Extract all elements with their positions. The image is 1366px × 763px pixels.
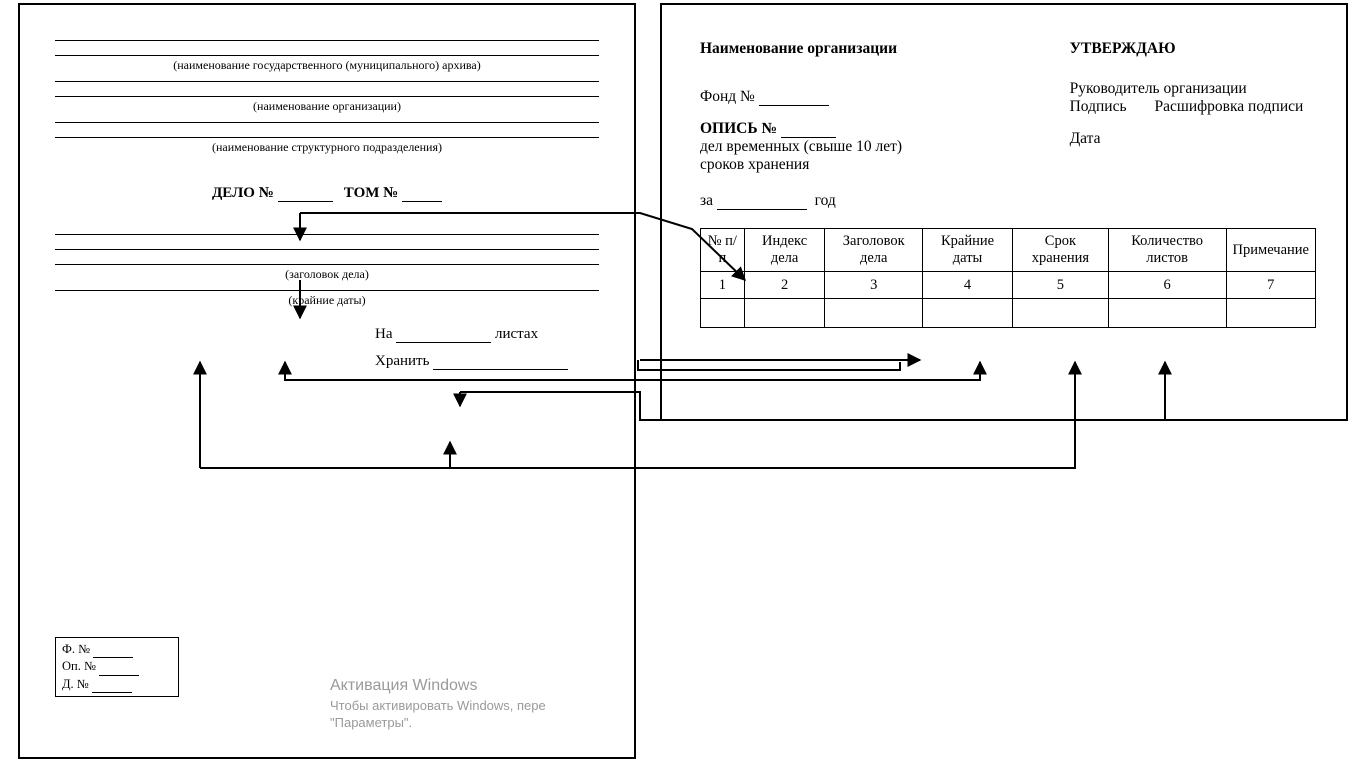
watermark-sub1: Чтобы активировать Windows, пере (330, 697, 546, 715)
subdiv-name-group: (наименование структурного подразделения… (55, 122, 599, 155)
opis-row: ОПИСЬ № (700, 120, 1057, 138)
case-cover-form: (наименование государственного (муниципа… (18, 3, 636, 759)
store-row: Хранить (375, 353, 599, 370)
opis-sub1: дел временных (свыше 10 лет) (700, 138, 1057, 156)
archive-name-caption: (наименование государственного (муниципа… (55, 58, 599, 73)
col-term: Срок хранения (1013, 229, 1109, 272)
date-label: Дата (1070, 130, 1316, 148)
col-index: Индекс дела (744, 229, 825, 272)
windows-activation-watermark: Активация Windows Чтобы активировать Win… (330, 675, 546, 732)
sign-label: Подпись (1070, 98, 1127, 116)
case-title-caption: (заголовок дела) (55, 267, 599, 282)
sheet-count-row: На листах (375, 326, 599, 343)
dates-caption: (крайние даты) (55, 293, 599, 308)
sheets-suffix: листах (495, 326, 538, 342)
case-volume-row: ДЕЛО № ТОМ № (55, 185, 599, 202)
org-name-caption: (наименование организации) (55, 99, 599, 114)
org-label: Наименование организации (700, 40, 1057, 58)
volume-label: ТОМ № (344, 185, 398, 201)
inventory-form: Наименование организации Фонд № ОПИСЬ № … (660, 3, 1348, 421)
sheets-prefix: На (375, 326, 393, 342)
col-title: Заголовок дела (825, 229, 922, 272)
opis-sub2: сроков хранения (700, 156, 1057, 174)
case-label: ДЕЛО № (212, 185, 274, 201)
inventory-table: № п/п Индекс дела Заголовок дела Крайние… (700, 228, 1316, 328)
fund-row: Фонд № (700, 88, 1057, 106)
table-number-row: 1 2 3 4 5 6 7 (701, 272, 1316, 299)
watermark-sub2: "Параметры". (330, 714, 546, 732)
col-note: Примечание (1226, 229, 1315, 272)
table-header-row: № п/п Индекс дела Заголовок дела Крайние… (701, 229, 1316, 272)
col-sheets: Количество листов (1108, 229, 1226, 272)
table-empty-row (701, 299, 1316, 328)
col-dates: Крайние даты (922, 229, 1012, 272)
archive-refs-box: Ф. № Оп. № Д. № (55, 637, 179, 698)
archive-name-group: (наименование государственного (муниципа… (55, 40, 599, 73)
year-row: за год (700, 192, 1057, 210)
head-label: Руководитель организации (1070, 80, 1316, 98)
subdiv-name-caption: (наименование структурного подразделения… (55, 140, 599, 155)
approve-label: УТВЕРЖДАЮ (1070, 40, 1316, 58)
col-num: № п/п (701, 229, 745, 272)
watermark-title: Активация Windows (330, 675, 546, 697)
org-name-group: (наименование организации) (55, 81, 599, 114)
sign-decode-label: Расшифровка подписи (1155, 98, 1304, 116)
store-label: Хранить (375, 353, 429, 369)
